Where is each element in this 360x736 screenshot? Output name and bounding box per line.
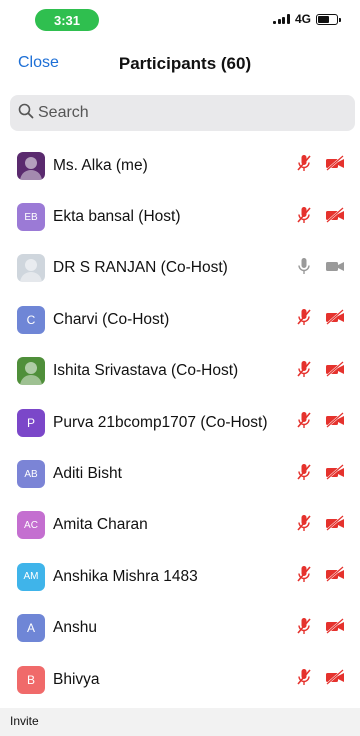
participant-status-icons — [294, 256, 346, 281]
participant-list: Ms. Alka (me) EB Ekta bansal (Host) DR S RA… — [0, 140, 360, 705]
participant-name: Charvi (Co-Host) — [53, 310, 170, 328]
avatar: C — [17, 305, 45, 334]
microphone-muted-icon — [294, 513, 314, 538]
avatar: A — [17, 614, 45, 643]
avatar — [17, 254, 45, 283]
participant-name: Ekta bansal (Host) — [53, 208, 181, 226]
participant-status-icons — [294, 564, 346, 589]
participant-row[interactable]: DR S RANJAN (Co-Host) — [0, 243, 360, 294]
battery-icon — [316, 13, 341, 25]
participant-name: Amita Charan — [53, 516, 148, 534]
video-off-icon — [324, 307, 346, 332]
video-off-icon — [324, 513, 346, 538]
avatar — [17, 357, 45, 386]
header: Close Participants (60) — [0, 48, 360, 82]
participant-row[interactable]: EB Ekta bansal (Host) — [0, 191, 360, 242]
microphone-muted-icon — [294, 359, 314, 384]
participant-status-icons — [294, 513, 346, 538]
invite-button[interactable]: Invite — [10, 714, 39, 728]
avatar: B — [17, 665, 45, 694]
avatar: P — [17, 408, 45, 437]
participant-row[interactable]: AC Amita Charan — [0, 500, 360, 551]
participant-status-icons — [294, 667, 346, 692]
status-indicators: 4G — [273, 12, 341, 26]
network-label: 4G — [294, 12, 311, 26]
search-input[interactable] — [38, 104, 328, 122]
participant-row[interactable]: C Charvi (Co-Host) — [0, 294, 360, 345]
participant-name: Ms. Alka (me) — [53, 156, 148, 174]
participant-status-icons — [294, 307, 346, 332]
participant-row[interactable]: A Anshu — [0, 603, 360, 654]
avatar: AB — [17, 460, 45, 489]
participant-name: DR S RANJAN (Co-Host) — [53, 259, 228, 277]
microphone-muted-icon — [294, 153, 314, 178]
avatar: EB — [17, 203, 45, 232]
participant-row[interactable]: P Purva 21bcomp1707 (Co-Host) — [0, 397, 360, 448]
microphone-muted-icon — [294, 564, 314, 589]
status-bar: 3:31 4G — [0, 0, 360, 40]
participant-name: Anshu — [53, 619, 97, 637]
microphone-muted-icon — [294, 462, 314, 487]
video-off-icon — [324, 564, 346, 589]
participant-row[interactable]: Ishita Srivastava (Co-Host) — [0, 346, 360, 397]
participant-row[interactable]: Ms. Alka (me) — [0, 140, 360, 191]
participant-status-icons — [294, 410, 346, 435]
avatar: AC — [17, 511, 45, 540]
video-camera-icon — [324, 256, 346, 281]
microphone-muted-icon — [294, 205, 314, 230]
signal-icon — [273, 14, 290, 24]
video-off-icon — [324, 616, 346, 641]
video-off-icon — [324, 153, 346, 178]
video-off-icon — [324, 359, 346, 384]
search-bar[interactable] — [10, 95, 355, 131]
video-off-icon — [324, 667, 346, 692]
participant-row[interactable]: AM Anshika Mishra 1483 — [0, 551, 360, 602]
participant-row[interactable]: B Bhivya — [0, 654, 360, 705]
microphone-muted-icon — [294, 307, 314, 332]
footer-bar: Invite — [0, 708, 360, 736]
participant-status-icons — [294, 153, 346, 178]
participant-name: Anshika Mishra 1483 — [53, 567, 198, 585]
video-off-icon — [324, 205, 346, 230]
page-title: Participants (60) — [118, 54, 252, 73]
participant-name: Ishita Srivastava (Co-Host) — [53, 362, 239, 380]
participant-row[interactable]: AB Aditi Bisht — [0, 448, 360, 499]
avatar: AM — [17, 562, 45, 591]
status-time: 3:31 — [35, 9, 99, 31]
participant-status-icons — [294, 205, 346, 230]
microphone-muted-icon — [294, 616, 314, 641]
microphone-muted-icon — [294, 667, 314, 692]
participant-status-icons — [294, 359, 346, 384]
video-off-icon — [324, 410, 346, 435]
participant-status-icons — [294, 462, 346, 487]
participant-name: Bhivya — [53, 670, 100, 688]
avatar — [17, 151, 45, 180]
participant-status-icons — [294, 616, 346, 641]
microphone-muted-icon — [294, 410, 314, 435]
video-off-icon — [324, 462, 346, 487]
microphone-icon — [294, 256, 314, 281]
participant-name: Purva 21bcomp1707 (Co-Host) — [53, 413, 268, 431]
participant-name: Aditi Bisht — [53, 465, 122, 483]
search-icon — [18, 103, 34, 124]
